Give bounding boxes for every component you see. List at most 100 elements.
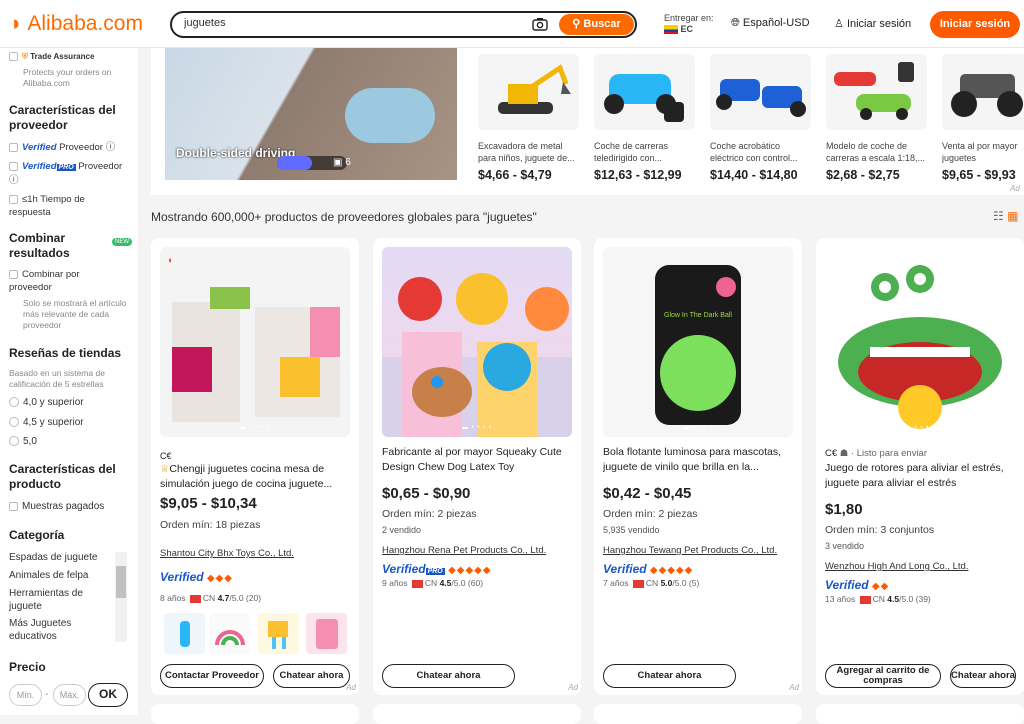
- supplier-stats: 9 años CN 4.5/5.0 (60): [382, 578, 483, 588]
- ad-label: Ad: [568, 683, 578, 692]
- glow-ball-image[interactable]: Glow In The Dark Ball ▬ • • • •: [603, 247, 793, 437]
- verified-checkbox[interactable]: [9, 142, 18, 152]
- category-item[interactable]: Espadas de juguete: [9, 551, 109, 564]
- search-button[interactable]: ⚲ Buscar: [559, 14, 634, 35]
- rating-option-3[interactable]: 5,0: [9, 435, 37, 448]
- chat-now-button[interactable]: Chatear ahora: [950, 664, 1016, 688]
- strip-product[interactable]: Venta al por mayor juguetes electrónicos…: [942, 54, 1024, 182]
- video-thumbnail[interactable]: Double-sided driving ▣ 6: [165, 48, 457, 180]
- years: 8 años: [160, 593, 186, 603]
- verified-pro-checkbox[interactable]: [9, 161, 18, 171]
- variant-thumb[interactable]: [306, 613, 347, 654]
- product-card[interactable]: ▬ • • • • C€ ☗ · Listo para enviar Juego…: [816, 238, 1024, 695]
- verified-badge: Verified PRO ◆◆◆◆◆: [382, 562, 492, 576]
- trade-assurance-filter[interactable]: ⛨ Trade Assurance: [9, 50, 94, 63]
- supplier-link[interactable]: Hangzhou Rena Pet Products Co., Ltd.: [382, 545, 572, 556]
- strip-product[interactable]: Coche de carreras teledirigido con... $1…: [594, 54, 695, 182]
- samples-filter[interactable]: Muestras pagados: [9, 500, 104, 513]
- strip-product-price: $9,65 - $9,93: [942, 168, 1016, 182]
- strip-product[interactable]: Modelo de coche de carreras a escala 1:1…: [826, 54, 927, 182]
- product-title[interactable]: Bola flotante luminosa para mascotas, ju…: [603, 445, 793, 475]
- ready-to-ship: · Listo para enviar: [850, 448, 928, 459]
- list-view-icon[interactable]: ☷: [993, 209, 1004, 223]
- rating: 4.5: [439, 578, 452, 588]
- alibaba-logo[interactable]: ◗ Alibaba.com: [10, 12, 143, 36]
- signup-button[interactable]: Iniciar sesión: [930, 11, 1020, 38]
- rating-label: 5,0: [23, 436, 37, 447]
- supplier-stats: 13 años CN 4.5/5.0 (39): [825, 594, 931, 604]
- rating: 4.5: [887, 594, 900, 604]
- diamond-icons: ◆◆◆◆◆: [649, 565, 694, 576]
- product-title[interactable]: Chengji juguetes cocina mesa de simulaci…: [160, 463, 332, 490]
- rating: 5.0: [660, 578, 673, 588]
- chat-now-button[interactable]: Chatear ahora: [603, 664, 736, 688]
- merge-results-title: Combinar resultados: [9, 231, 70, 260]
- photo-count-value: 6: [345, 157, 351, 168]
- min-order: Orden mín: 2 piezas: [382, 508, 477, 520]
- dog-toy-image[interactable]: ▬ • • • •: [382, 247, 572, 437]
- crocodile-toy-image[interactable]: ▬ • • • •: [825, 247, 1015, 437]
- response-filter[interactable]: ≤1h Tiempo de respuesta: [9, 193, 119, 219]
- search-input[interactable]: [184, 17, 504, 29]
- image-pager: ▬ • • • •: [239, 425, 271, 431]
- merge-checkbox[interactable]: [9, 269, 18, 279]
- diamond-icons: ◆◆◆◆◆: [448, 565, 492, 576]
- trade-assurance-checkbox[interactable]: [9, 52, 18, 62]
- kitchen-toy-image[interactable]: ◐ ▬ • • • •: [160, 247, 350, 437]
- variant-thumb[interactable]: [209, 613, 250, 654]
- supplier-link[interactable]: Wenzhou High And Long Co., Ltd.: [825, 561, 1015, 572]
- help-icon[interactable]: ⓘ: [9, 175, 19, 186]
- rating-radio[interactable]: [9, 397, 19, 408]
- reviews-desc: Basado en un sistema de calificación de …: [9, 368, 105, 389]
- chat-now-button[interactable]: Chatear ahora: [382, 664, 515, 688]
- chat-now-button[interactable]: Chatear ahora: [273, 664, 350, 688]
- rating-count: /5.0 (39): [899, 594, 931, 604]
- contact-supplier-button[interactable]: Contactar Proveedor: [160, 664, 264, 688]
- verified-filter[interactable]: Verified Proveedor ⓘ: [9, 141, 115, 154]
- login-link[interactable]: ♙ Iniciar sesión: [834, 17, 911, 30]
- variant-thumb[interactable]: [164, 613, 205, 654]
- help-icon[interactable]: ⓘ: [106, 142, 116, 153]
- category-item[interactable]: Herramientas de juguete: [9, 587, 104, 613]
- years: 13 años: [825, 594, 856, 604]
- pro-badge: PRO: [56, 164, 76, 171]
- product-title[interactable]: Fabricante al por mayor Squeaky Cute Des…: [382, 445, 572, 475]
- verified-pro-filter[interactable]: Verified PRO Proveedor ⓘ: [9, 160, 134, 187]
- scrollbar-thumb[interactable]: [116, 566, 126, 598]
- supplier-link[interactable]: Shantou City Bhx Toys Co., Ltd.: [160, 548, 350, 559]
- product-card-peek: [816, 704, 1024, 724]
- product-card[interactable]: Glow In The Dark Ball ▬ • • • • Bola flo…: [594, 238, 802, 695]
- rating-option-1[interactable]: 4,0 y superior: [9, 396, 84, 409]
- view-toggle[interactable]: ☷ ▦: [993, 209, 1018, 223]
- strip-product-name: Excavadora de metal para niños, juguete …: [478, 141, 575, 163]
- camera-icon[interactable]: [532, 17, 548, 31]
- samples-checkbox[interactable]: [9, 501, 18, 511]
- strip-product[interactable]: Excavadora de metal para niños, juguete …: [478, 54, 579, 182]
- china-flag-icon: [411, 579, 423, 588]
- merge-filter[interactable]: Combinar por proveedor: [9, 268, 119, 294]
- category-item[interactable]: Más Juguetes educativos: [9, 617, 104, 643]
- add-to-cart-button[interactable]: Agregar al carrito de compras: [825, 664, 941, 688]
- rating-radio[interactable]: [9, 436, 19, 447]
- supplier-link[interactable]: Hangzhou Tewang Pet Products Co., Ltd.: [603, 545, 793, 556]
- country: CN: [202, 593, 216, 603]
- rating-radio[interactable]: [9, 417, 19, 428]
- product-card[interactable]: ▬ • • • • Fabricante al por mayor Squeak…: [373, 238, 581, 695]
- response-checkbox[interactable]: [9, 194, 18, 204]
- strip-product[interactable]: Coche acrobático eléctrico con control..…: [710, 54, 811, 182]
- min-price-input[interactable]: Mín.: [9, 684, 42, 706]
- verified-label: Verified: [825, 578, 869, 592]
- product-title[interactable]: Juego de rotores para aliviar el estrés,…: [825, 461, 1015, 491]
- rating: 4.7: [217, 593, 230, 603]
- product-card[interactable]: ◐ ▬ • • • • C€ ♕Chengji juguetes cocina …: [151, 238, 359, 695]
- price-ok-button[interactable]: OK: [88, 683, 128, 707]
- variant-thumb[interactable]: [258, 613, 299, 654]
- language-selector[interactable]: 🌐︎ Español-USD: [731, 17, 810, 30]
- deliver-to[interactable]: Entregar en: EC: [664, 13, 714, 35]
- search-button-label: Buscar: [583, 18, 621, 30]
- rating-option-2[interactable]: 4,5 y superior: [9, 416, 84, 429]
- max-price-input[interactable]: Máx.: [53, 684, 86, 706]
- category-item[interactable]: Animales de felpa: [9, 569, 109, 582]
- grid-view-icon[interactable]: ▦: [1007, 209, 1018, 223]
- category-scrollbar[interactable]: [115, 552, 127, 642]
